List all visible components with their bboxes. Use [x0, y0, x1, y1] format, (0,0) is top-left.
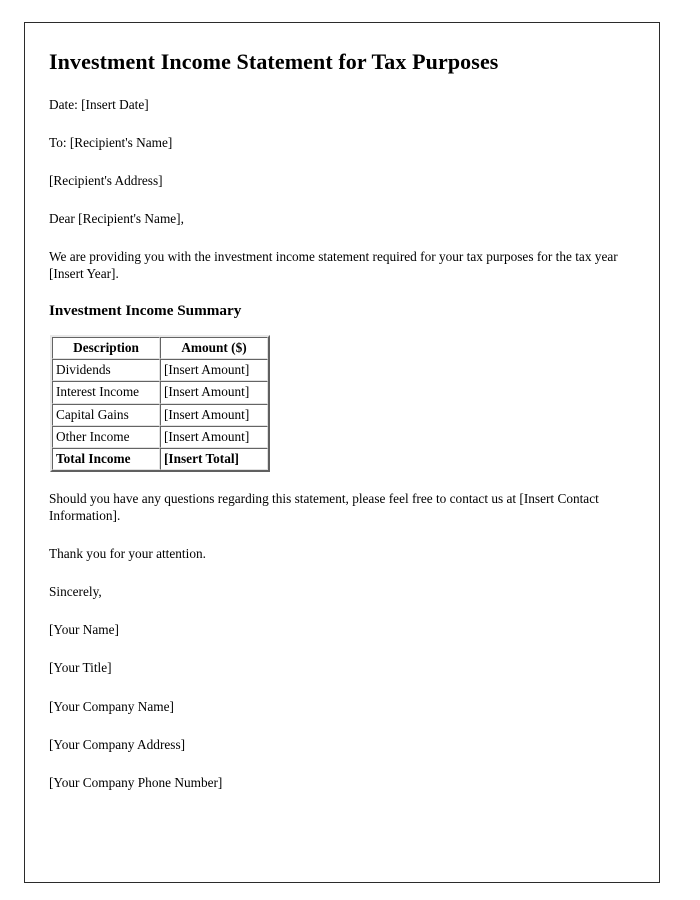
cell-amount: [Insert Amount]: [160, 359, 268, 382]
cell-description: Other Income: [52, 425, 160, 449]
column-header-description: Description: [52, 336, 160, 359]
signature-company-name: [Your Company Name]: [49, 698, 174, 714]
table-body: Dividends [Insert Amount] Interest Incom…: [52, 359, 268, 471]
table-row: Other Income [Insert Amount]: [52, 425, 268, 449]
salutation: Dear [Recipient's Name],: [49, 211, 184, 227]
column-header-amount: Amount ($): [160, 336, 268, 359]
table-header: Description Amount ($): [52, 336, 268, 359]
cell-description: Interest Income: [52, 381, 160, 404]
thanks-paragraph: Thank you for your attention.: [49, 546, 206, 562]
table-row: Capital Gains [Insert Amount]: [52, 403, 268, 426]
signature-your-title: [Your Title]: [49, 660, 112, 676]
signature-company-address: [Your Company Address]: [49, 736, 186, 752]
intro-paragraph: We are providing you with the investment…: [49, 249, 618, 282]
section-heading-investment-income-summary: Investment Income Summary: [49, 302, 242, 320]
cell-amount: [Insert Amount]: [160, 425, 268, 449]
table-header-row: Description Amount ($): [52, 336, 268, 359]
recipient-address-line: [Recipient's Address]: [49, 173, 163, 189]
recipient-name-line: To: [Recipient's Name]: [49, 135, 173, 151]
signature-your-name: [Your Name]: [49, 622, 119, 638]
cell-amount: [Insert Amount]: [160, 381, 268, 404]
cell-amount: [Insert Amount]: [160, 403, 268, 426]
cell-total-description: Total Income: [52, 448, 160, 471]
document-body: Investment Income Statement for Tax Purp…: [49, 49, 637, 791]
table-row-total: Total Income [Insert Total]: [52, 448, 268, 471]
cell-description: Dividends: [52, 359, 160, 382]
signature-block: [Your Name] [Your Title] [Your Company N…: [49, 621, 637, 790]
page-title: Investment Income Statement for Tax Purp…: [49, 49, 499, 74]
signature-company-phone: [Your Company Phone Number]: [49, 774, 223, 790]
investment-income-summary-table: Description Amount ($) Dividends [Insert…: [50, 334, 270, 473]
table-row: Interest Income [Insert Amount]: [52, 381, 268, 404]
cell-total-amount: [Insert Total]: [160, 448, 268, 471]
sign-off: Sincerely,: [49, 584, 102, 600]
table-row: Dividends [Insert Amount]: [52, 359, 268, 382]
closing-paragraph: Should you have any questions regarding …: [49, 491, 599, 524]
date-line: Date: [Insert Date]: [49, 97, 149, 113]
document-page-frame: Investment Income Statement for Tax Purp…: [24, 22, 660, 883]
cell-description: Capital Gains: [52, 403, 160, 426]
